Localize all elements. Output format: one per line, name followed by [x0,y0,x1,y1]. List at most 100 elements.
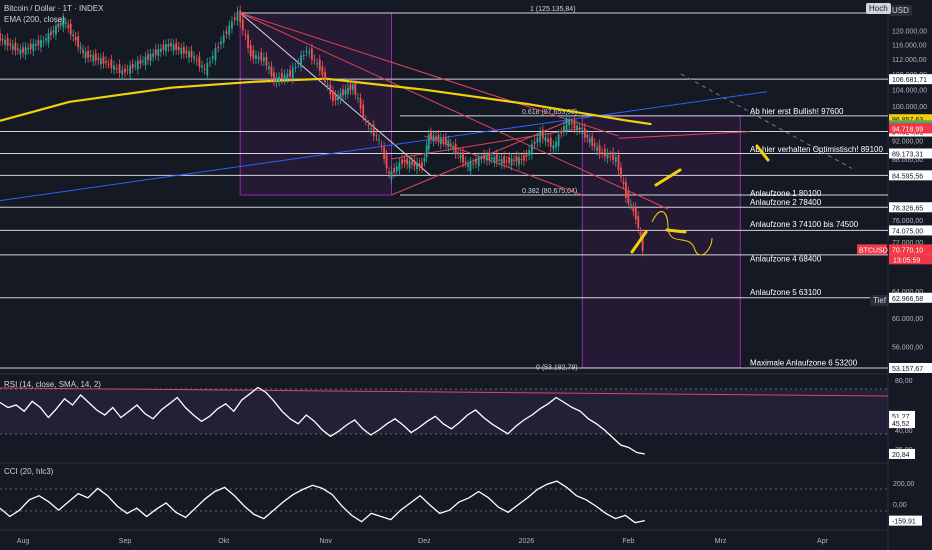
countdown-label: 13:05:59 [893,257,920,264]
zone-annotation: Anlaufzone 2 78400 [750,198,822,207]
fib-level-label: 0.382 (80.675,04) [522,188,577,195]
candle-body [257,56,260,59]
candle-body [568,120,571,126]
candle-body [131,63,134,69]
candle-body [477,157,480,167]
candle-body [92,55,95,62]
time-tick-label: Okt [218,538,229,545]
candle-body [97,57,100,60]
candle-body [34,44,37,46]
candle-body [573,119,576,129]
candle-body [22,47,24,53]
candle-body [1,38,4,41]
candle-body [67,24,70,28]
candle-body [193,56,196,59]
candle-body [495,154,498,162]
candle-body [17,48,19,51]
candle-body [403,159,406,163]
candle-body [598,144,601,155]
candle-body [427,134,430,150]
candle-body [632,206,635,212]
zone-annotation: Anlaufzone 3 74100 bis 74500 [750,220,859,229]
candle-body [562,125,565,132]
candle-body [225,31,228,34]
price-tick-label: 112.000,00 [892,57,927,64]
level-tag-label: 84.595,56 [892,173,923,180]
candle-body [217,47,220,49]
candle-body [606,153,609,159]
candle-body [447,140,450,147]
candle-body [241,19,244,31]
candle-body [486,155,488,161]
candle-body [498,159,501,161]
candle-body [79,47,82,49]
level-tag-label: 89.173,31 [892,151,923,158]
candle-body [40,39,42,48]
candle-body [493,157,496,163]
time-tick-label: Feb [622,538,634,545]
candle-body [421,162,423,168]
candle-body [555,141,557,148]
price-tick-label: 104.000,00 [892,88,927,95]
candle-body [557,134,560,147]
candle-body [6,37,9,46]
candle-body [280,72,283,80]
candle-body [634,207,637,220]
candle-body [32,43,35,52]
candle-body [411,161,413,165]
bitcoin-chart[interactable]: 1 (125.135,84)0.618 (97.653,60)0.382 (80… [0,0,932,550]
candle-body [275,77,278,83]
candle-body [629,204,632,206]
candle-body [570,122,573,125]
candle-body [375,135,378,137]
price-tick-label: 116.000,00 [892,42,927,49]
candle-body [367,124,370,126]
price-tick-label: 120.000,00 [892,28,927,35]
candle-body [270,66,273,76]
price-tag-label: 70.770,10 [892,247,923,254]
candle-body [211,56,214,59]
candle-body [385,154,388,169]
candle-body [344,89,347,95]
candle-body [165,44,167,52]
candle-body [586,134,589,138]
candle-body [475,159,477,164]
candle-body [162,44,165,50]
candle-body [603,148,606,157]
fib-level-label: 1 (125.135,84) [530,6,576,13]
candle-body [627,191,630,204]
candle-body [513,159,515,161]
candle-body [406,158,409,165]
level-tag-label: 53.157,67 [892,366,923,373]
candle-body [214,48,217,61]
ema-legend: EMA (200, close) [4,15,65,24]
time-tick-label: Apr [817,538,829,545]
currency-selector[interactable]: USD [889,5,912,16]
zone-annotation: Ab hier verhalten Optimistisch! 89100 [750,145,884,154]
high-tag: Hoch [866,3,891,14]
candle-body [255,55,257,59]
candle-body [593,143,596,147]
candle-body [55,25,57,35]
candle-body [620,167,622,178]
candle-body [395,166,398,172]
candle-body [222,35,225,43]
candle-body [383,147,386,159]
candle-body [82,49,84,54]
candle-body [452,146,455,150]
candle-body [262,57,265,62]
level-tag-label: 62.966,58 [892,296,923,303]
level-tag-label: 106.681,71 [892,77,927,84]
candle-body [170,43,172,47]
candle-body [418,163,421,167]
candle-body [260,52,263,61]
candle-body [297,62,300,64]
rsi-level-label: 20,84 [892,452,910,459]
candle-body [29,43,32,50]
candle-body [74,36,77,41]
candle-body [337,95,339,101]
candle-body [488,152,491,161]
candle-body [483,154,486,159]
candle-body [329,84,332,95]
candle-body [416,162,418,170]
